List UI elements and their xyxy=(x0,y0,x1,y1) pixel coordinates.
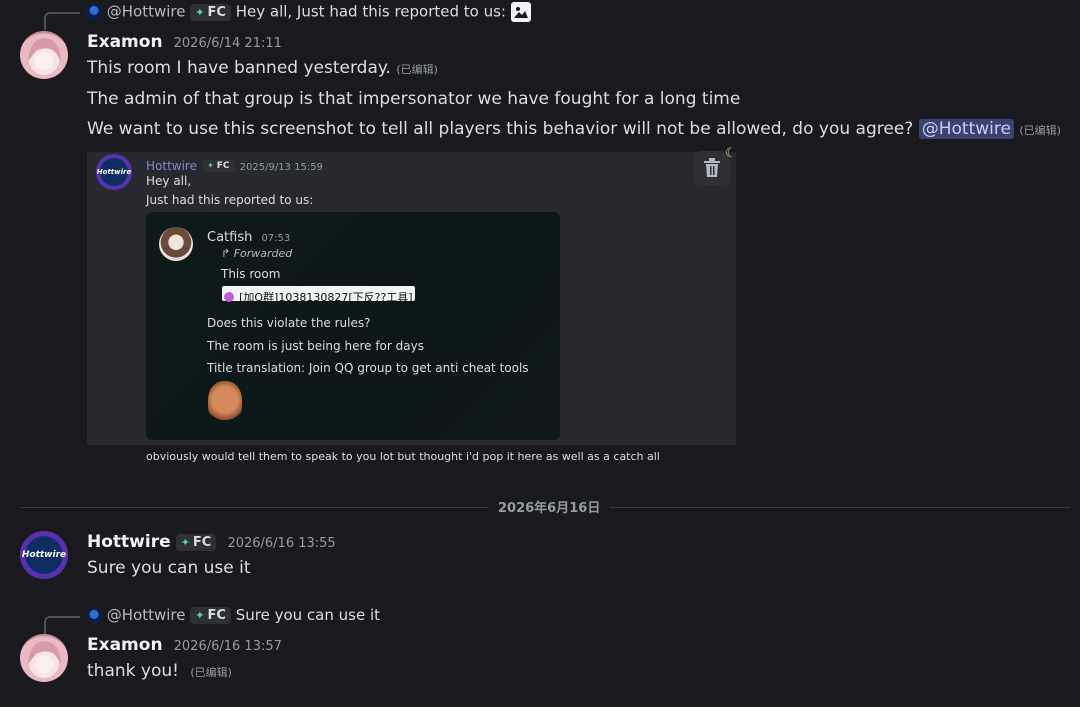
reply-connector xyxy=(44,12,80,30)
reply-avatar xyxy=(86,607,102,624)
author-name[interactable]: Hottwire xyxy=(87,532,171,552)
reply-mention[interactable]: @Hottwire xyxy=(107,3,186,21)
inner-author: Catfish xyxy=(207,230,253,245)
catfish-avatar xyxy=(159,227,193,261)
inner-line: The room is just being here for days xyxy=(207,339,424,353)
image-icon xyxy=(510,2,531,22)
diamond-icon: ✦ xyxy=(195,609,205,622)
trash-icon xyxy=(704,158,720,177)
avatar[interactable]: Hottwire xyxy=(20,531,68,579)
reply-tag: ✦ FC xyxy=(190,607,231,624)
reply-avatar xyxy=(86,4,102,20)
reply-tag-label: FC xyxy=(207,4,226,20)
timestamp: 2026/6/16 13:57 xyxy=(173,639,282,654)
reply-tag: ✦ FC xyxy=(190,3,231,21)
reply-preview[interactable]: @Hottwire ✦ FC Sure you can use it xyxy=(86,606,380,624)
inner-line: Title translation: Join QQ group to get … xyxy=(207,361,529,375)
message-line: The admin of that group is that imperson… xyxy=(87,89,741,109)
embed-author: Hottwire xyxy=(146,159,197,173)
avatar[interactable] xyxy=(20,634,68,682)
avatar[interactable] xyxy=(20,31,68,79)
face-emoji xyxy=(208,381,242,423)
message-text: We want to use this screenshot to tell a… xyxy=(87,119,914,139)
forward-icon: ↱ xyxy=(221,247,231,260)
moon-icon: ☾ xyxy=(725,146,737,161)
reply-text: Sure you can use it xyxy=(235,606,380,624)
embed-footer: obviously would tell them to speak to yo… xyxy=(146,450,660,463)
edited-label: (已编辑) xyxy=(1019,124,1061,137)
timestamp: 2026/6/16 13:55 xyxy=(227,536,336,551)
edited-label: (已编辑) xyxy=(396,63,438,76)
author-name[interactable]: Examon xyxy=(87,635,163,655)
author-name[interactable]: Examon xyxy=(87,32,163,52)
diamond-icon: ✦ xyxy=(207,160,214,170)
message-text: thank you! xyxy=(87,661,179,681)
embed-timestamp: 2025/9/13 15:59 xyxy=(239,162,323,173)
diamond-icon: ✦ xyxy=(180,536,190,549)
diamond-icon: ✦ xyxy=(195,5,205,19)
author-tag: ✦ FC xyxy=(175,534,217,551)
date-divider-label: 2026年6月16日 xyxy=(488,497,611,516)
embed-line: Hey all, xyxy=(146,174,192,188)
message-line: We want to use this screenshot to tell a… xyxy=(87,119,1061,139)
message-line: This room I have banned yesterday. (已编辑) xyxy=(87,58,438,78)
forwarded-label: Forwarded xyxy=(233,247,293,260)
edited-label: (已编辑) xyxy=(190,666,232,679)
reply-tag-label: FC xyxy=(207,608,226,623)
inner-time: 07:53 xyxy=(261,233,291,244)
embed-line: Just had this reported to us: xyxy=(146,193,314,207)
embed-tag: ✦ FC xyxy=(202,159,235,172)
room-icon xyxy=(224,291,234,302)
message-text: This room I have banned yesterday. xyxy=(87,58,391,78)
timestamp: 2026/6/14 21:11 xyxy=(173,36,282,51)
message-text: Sure you can use it xyxy=(87,558,251,578)
room-title: [加Q群]1038130827[下反??工具] xyxy=(239,291,413,304)
reply-preview[interactable]: @Hottwire ✦ FC Hey all, Just had this rep… xyxy=(86,2,531,22)
reply-text: Hey all, Just had this reported to us: xyxy=(235,2,506,21)
embed-avatar: Hottwire xyxy=(96,154,132,190)
reply-connector xyxy=(44,616,80,634)
inner-room-label: This room xyxy=(221,267,281,281)
reply-mention[interactable]: @Hottwire xyxy=(107,606,186,624)
mention[interactable]: @Hottwire xyxy=(918,119,1014,139)
avatar-label: Hottwire xyxy=(96,168,132,176)
inner-line: Does this violate the rules? xyxy=(207,316,371,330)
embed-tag-label: FC xyxy=(216,160,230,171)
author-tag-label: FC xyxy=(192,535,212,550)
message-line: thank you! (已编辑) xyxy=(87,661,232,681)
avatar-label: Hottwire xyxy=(21,550,67,560)
